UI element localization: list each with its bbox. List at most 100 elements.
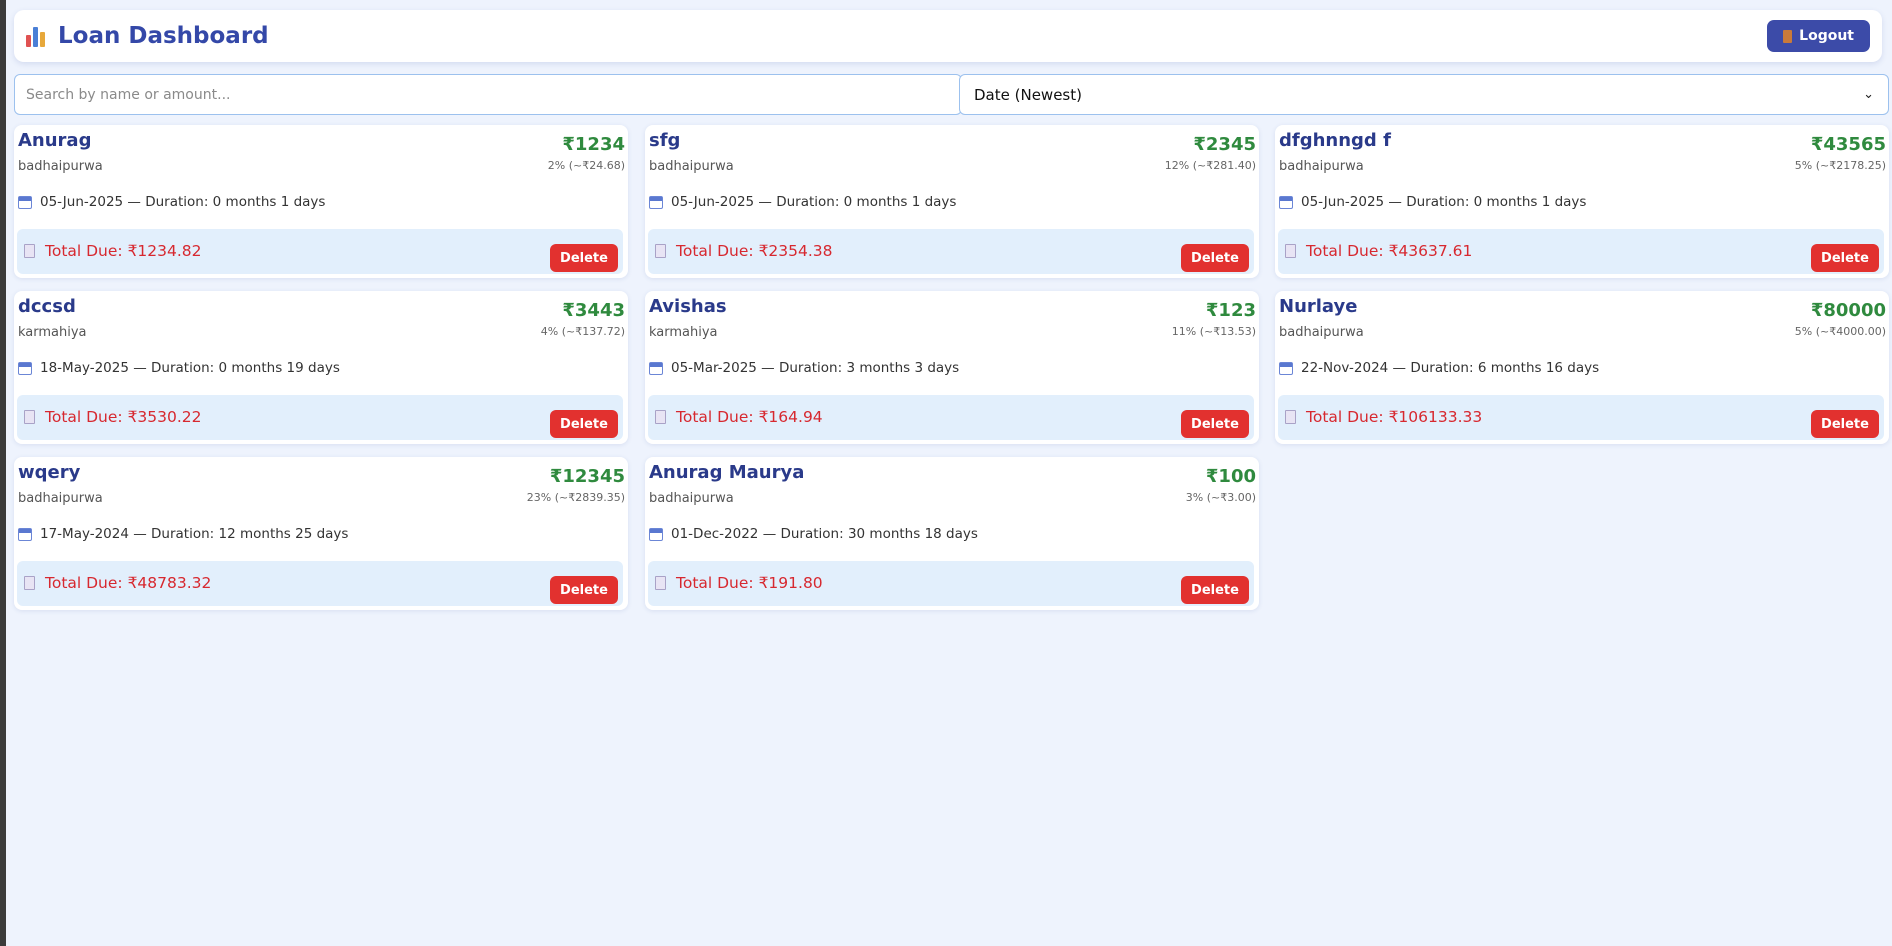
interest-rate: 12% (~₹281.40): [1164, 159, 1256, 172]
receipt-icon: [1285, 410, 1296, 424]
header-bar: Loan Dashboard Logout: [14, 10, 1882, 62]
calendar-icon: [649, 361, 663, 375]
chevron-down-icon: ⌄: [1863, 87, 1874, 102]
loan-card: Avishas karmahiya ₹123 11% (~₹13.53) 05-…: [645, 291, 1259, 444]
borrower-name: Anurag Maurya: [649, 462, 805, 483]
interest-rate: 4% (~₹137.72): [540, 325, 625, 338]
loan-date-row: 18-May-2025 — Duration: 0 months 19 days: [18, 360, 340, 376]
interest-rate: 5% (~₹2178.25): [1794, 159, 1886, 172]
total-due-box: Total Due: ₹106133.33 Delete: [1278, 395, 1884, 440]
receipt-icon: [24, 576, 35, 590]
borrower-name: Avishas: [649, 296, 727, 317]
borrower-location: badhaipurwa: [1279, 159, 1364, 174]
sort-select[interactable]: Date (Newest) ⌄: [959, 74, 1889, 115]
interest-rate: 23% (~₹2839.35): [526, 491, 625, 504]
borrower-name: Anurag: [18, 130, 92, 151]
loan-date-row: 05-Jun-2025 — Duration: 0 months 1 days: [18, 194, 325, 210]
loan-amount: ₹43565: [1810, 134, 1886, 155]
borrower-name: dccsd: [18, 296, 76, 317]
delete-button[interactable]: Delete: [1181, 244, 1249, 272]
loan-date-row: 05-Jun-2025 — Duration: 0 months 1 days: [649, 194, 956, 210]
loan-date-duration: 05-Jun-2025 — Duration: 0 months 1 days: [1301, 194, 1587, 210]
loan-amount: ₹1234: [562, 134, 625, 155]
total-due-box: Total Due: ₹191.80 Delete: [648, 561, 1254, 606]
total-due: Total Due: ₹43637.61: [1306, 242, 1473, 260]
borrower-location: badhaipurwa: [18, 159, 103, 174]
interest-rate: 2% (~₹24.68): [547, 159, 625, 172]
interest-rate: 11% (~₹13.53): [1171, 325, 1256, 338]
loan-amount: ₹12345: [549, 466, 625, 487]
total-due: Total Due: ₹48783.32: [45, 574, 212, 592]
loan-date-row: 01-Dec-2022 — Duration: 30 months 18 day…: [649, 526, 978, 542]
total-due-box: Total Due: ₹164.94 Delete: [648, 395, 1254, 440]
search-input[interactable]: [14, 74, 962, 115]
loan-date-row: 17-May-2024 — Duration: 12 months 25 day…: [18, 526, 348, 542]
borrower-location: badhaipurwa: [1279, 325, 1364, 340]
borrower-name: wqery: [18, 462, 81, 483]
loan-amount: ₹2345: [1193, 134, 1256, 155]
total-due: Total Due: ₹164.94: [676, 408, 823, 426]
loan-date-duration: 05-Jun-2025 — Duration: 0 months 1 days: [671, 194, 957, 210]
receipt-icon: [24, 244, 35, 258]
loan-amount: ₹80000: [1810, 300, 1886, 321]
total-due-box: Total Due: ₹2354.38 Delete: [648, 229, 1254, 274]
total-due: Total Due: ₹191.80: [676, 574, 823, 592]
loan-date-duration: 22-Nov-2024 — Duration: 6 months 16 days: [1301, 360, 1600, 376]
delete-button[interactable]: Delete: [1181, 576, 1249, 604]
loan-card: Anurag badhaipurwa ₹1234 2% (~₹24.68) 05…: [14, 125, 628, 278]
total-due-box: Total Due: ₹43637.61 Delete: [1278, 229, 1884, 274]
loan-card: sfg badhaipurwa ₹2345 12% (~₹281.40) 05-…: [645, 125, 1259, 278]
borrower-location: karmahiya: [18, 325, 87, 340]
loan-date-duration: 05-Mar-2025 — Duration: 3 months 3 days: [671, 360, 960, 376]
page-title: Loan Dashboard: [58, 23, 269, 49]
total-due: Total Due: ₹2354.38: [676, 242, 833, 260]
total-due-box: Total Due: ₹1234.82 Delete: [17, 229, 623, 274]
logout-label: Logout: [1799, 28, 1854, 44]
loan-date-row: 05-Jun-2025 — Duration: 0 months 1 days: [1279, 194, 1586, 210]
total-due: Total Due: ₹3530.22: [45, 408, 202, 426]
delete-button[interactable]: Delete: [550, 576, 618, 604]
loan-date-duration: 17-May-2024 — Duration: 12 months 25 day…: [40, 526, 349, 542]
calendar-icon: [649, 195, 663, 209]
delete-button[interactable]: Delete: [1811, 410, 1879, 438]
borrower-name: Nurlaye: [1279, 296, 1358, 317]
calendar-icon: [18, 527, 32, 541]
loan-card: Nurlaye badhaipurwa ₹80000 5% (~₹4000.00…: [1275, 291, 1889, 444]
delete-button[interactable]: Delete: [1811, 244, 1879, 272]
borrower-name: sfg: [649, 130, 681, 151]
delete-button[interactable]: Delete: [550, 244, 618, 272]
window-edge: [0, 0, 6, 946]
calendar-icon: [18, 361, 32, 375]
loan-card: dfghnngd f badhaipurwa ₹43565 5% (~₹2178…: [1275, 125, 1889, 278]
receipt-icon: [655, 244, 666, 258]
receipt-icon: [655, 576, 666, 590]
borrower-location: badhaipurwa: [18, 491, 103, 506]
borrower-location: badhaipurwa: [649, 159, 734, 174]
delete-button[interactable]: Delete: [1181, 410, 1249, 438]
calendar-icon: [649, 527, 663, 541]
receipt-icon: [1285, 244, 1296, 258]
interest-rate: 5% (~₹4000.00): [1794, 325, 1886, 338]
loan-amount: ₹100: [1205, 466, 1256, 487]
loan-amount: ₹3443: [562, 300, 625, 321]
delete-button[interactable]: Delete: [550, 410, 618, 438]
logout-button[interactable]: Logout: [1767, 20, 1870, 52]
door-icon: [1783, 29, 1793, 43]
loan-card: Anurag Maurya badhaipurwa ₹100 3% (~₹3.0…: [645, 457, 1259, 610]
loan-card: dccsd karmahiya ₹3443 4% (~₹137.72) 18-M…: [14, 291, 628, 444]
loan-date-row: 05-Mar-2025 — Duration: 3 months 3 days: [649, 360, 959, 376]
borrower-location: karmahiya: [649, 325, 718, 340]
calendar-icon: [18, 195, 32, 209]
loan-amount: ₹123: [1205, 300, 1256, 321]
total-due: Total Due: ₹1234.82: [45, 242, 202, 260]
sort-selected-value: Date (Newest): [974, 85, 1082, 104]
loan-date-duration: 01-Dec-2022 — Duration: 30 months 18 day…: [671, 526, 978, 542]
total-due-box: Total Due: ₹3530.22 Delete: [17, 395, 623, 440]
interest-rate: 3% (~₹3.00): [1185, 491, 1256, 504]
bar-chart-icon: [26, 25, 48, 47]
receipt-icon: [655, 410, 666, 424]
total-due: Total Due: ₹106133.33: [1306, 408, 1483, 426]
loan-date-duration: 18-May-2025 — Duration: 0 months 19 days: [40, 360, 340, 376]
calendar-icon: [1279, 361, 1293, 375]
total-due-box: Total Due: ₹48783.32 Delete: [17, 561, 623, 606]
